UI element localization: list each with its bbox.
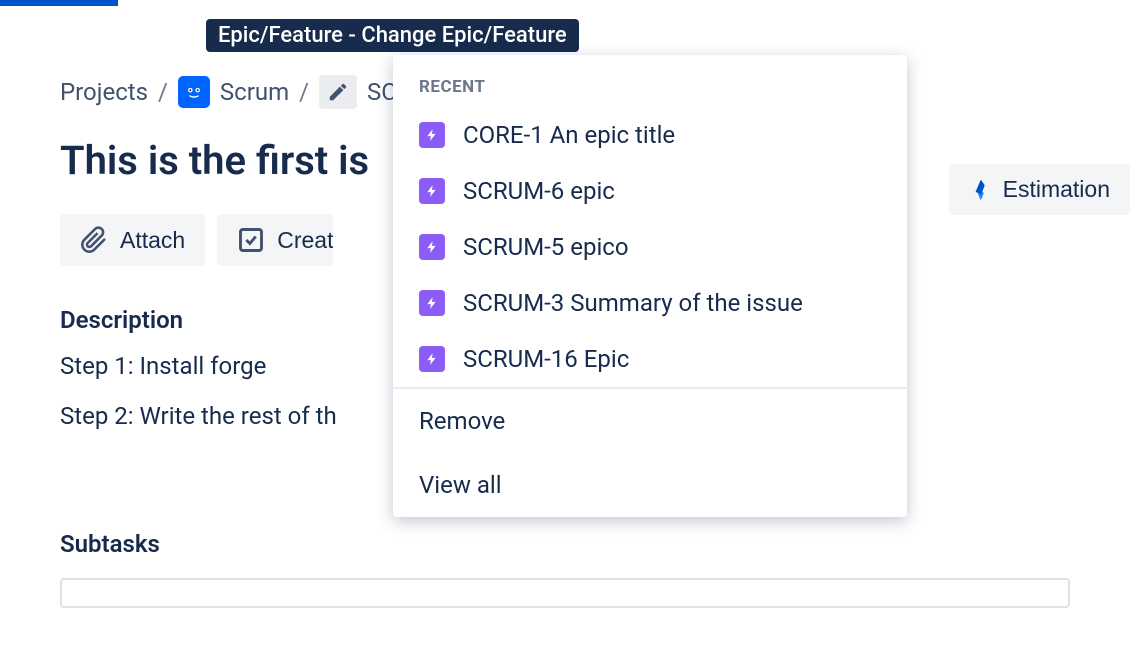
epic-edit-icon: [319, 75, 357, 109]
dropdown-item-scrum-6[interactable]: SCRUM-6 epic: [393, 163, 907, 219]
estimation-button[interactable]: Estimation: [949, 164, 1130, 215]
dropdown-item-scrum-5[interactable]: SCRUM-5 epico: [393, 219, 907, 275]
estimation-button-label: Estimation: [1003, 176, 1110, 203]
subtasks-section: Subtasks: [60, 530, 1070, 608]
attach-icon: [80, 226, 108, 254]
dropdown-item-label: CORE-1 An epic title: [463, 121, 675, 149]
dropdown-view-all-action[interactable]: View all: [393, 453, 907, 517]
breadcrumb-projects[interactable]: Projects: [60, 78, 148, 106]
dropdown-item-core-1[interactable]: CORE-1 An epic title: [393, 107, 907, 163]
checkbox-icon: [237, 226, 265, 254]
dropdown-item-scrum-3[interactable]: SCRUM-3 Summary of the issue: [393, 275, 907, 331]
subtask-container[interactable]: [60, 578, 1070, 608]
breadcrumb-separator: /: [158, 78, 168, 106]
dropdown-remove-action[interactable]: Remove: [393, 389, 907, 453]
epic-icon: [419, 346, 445, 372]
create-button-label: Creat: [277, 227, 333, 254]
epic-icon: [419, 122, 445, 148]
epic-icon: [419, 234, 445, 260]
breadcrumb-project-label: Scrum: [220, 78, 289, 106]
dropdown-item-label: SCRUM-3 Summary of the issue: [463, 289, 803, 317]
atlassian-icon: [969, 178, 993, 202]
dropdown-recent-header: RECENT: [393, 55, 907, 107]
attach-button-label: Attach: [120, 227, 185, 254]
dropdown-item-label: SCRUM-5 epico: [463, 233, 629, 261]
epic-icon: [419, 178, 445, 204]
epic-icon: [419, 290, 445, 316]
subtasks-heading: Subtasks: [60, 530, 1070, 558]
breadcrumb-project[interactable]: Scrum: [178, 76, 289, 108]
create-button[interactable]: Creat: [217, 214, 333, 266]
attach-button[interactable]: Attach: [60, 214, 205, 266]
dropdown-item-label: SCRUM-6 epic: [463, 177, 615, 205]
dropdown-item-label: SCRUM-16 Epic: [463, 345, 629, 373]
epic-selector-dropdown: RECENT CORE-1 An epic title SCRUM-6 epic…: [393, 55, 907, 517]
project-icon: [178, 76, 210, 108]
breadcrumb-separator: /: [299, 78, 309, 106]
dropdown-item-scrum-16[interactable]: SCRUM-16 Epic: [393, 331, 907, 387]
